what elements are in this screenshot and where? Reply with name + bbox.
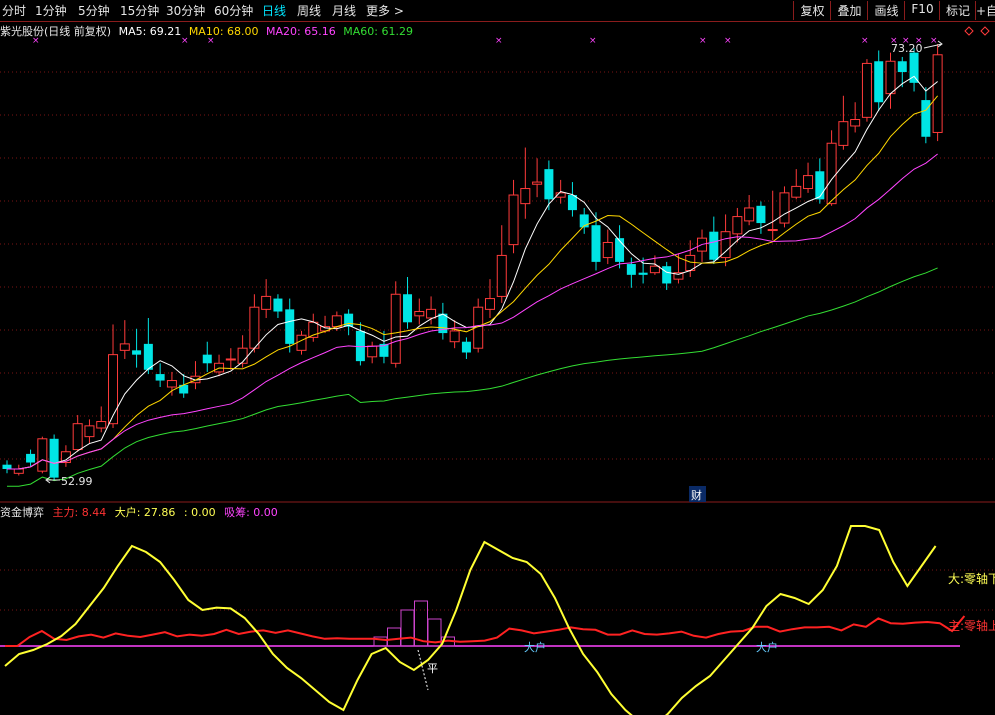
candle-body-up	[249, 306, 260, 349]
dahu-line	[4, 525, 937, 715]
candle-body-down	[874, 61, 884, 103]
candle-body-up	[37, 438, 48, 472]
kline-chart[interactable]: × × × × × × × × × × × × 73.20 52.99 财 大:零轴下 主:零轴上 大…	[0, 0, 995, 715]
candle-body-up	[108, 354, 119, 425]
candle-body-up	[508, 194, 519, 246]
finance-marker[interactable]: 财	[691, 488, 702, 502]
candle-body-down	[461, 341, 471, 353]
candle-body-down	[132, 350, 142, 355]
marker-x-2: ×	[207, 36, 215, 46]
candle-body-up	[367, 345, 378, 358]
candle-body-down	[2, 464, 12, 469]
candle-body-up	[496, 254, 507, 297]
zhuli-line	[5, 615, 966, 647]
dahu-note-2: 大户	[756, 640, 778, 654]
candle-body-up	[532, 181, 543, 185]
candle-body-down	[544, 169, 554, 200]
candle-body-up	[767, 229, 778, 232]
candle-body-down	[273, 298, 283, 312]
xichou-bar-2	[400, 609, 415, 647]
candle-body-up	[72, 423, 83, 451]
candle-body-up	[602, 241, 613, 259]
candle-body-up	[791, 185, 802, 198]
candle-body-down	[709, 231, 719, 260]
candle-body-up	[826, 142, 837, 205]
candle-body-up	[426, 308, 437, 319]
ma-line-ma5	[7, 75, 938, 470]
main-zero-note: 主:零轴上	[948, 618, 995, 633]
candle-body-up	[84, 425, 95, 438]
candle-body-down	[897, 61, 907, 73]
candle-body-down	[285, 309, 295, 344]
candlestick-series	[2, 44, 943, 480]
marker-x-5: ×	[699, 36, 707, 46]
candle-body-up	[520, 188, 531, 205]
ma-line-ma10	[7, 95, 939, 470]
candle-body-up	[484, 298, 495, 310]
moving-average-lines	[7, 75, 939, 487]
candle-body-down	[143, 343, 153, 370]
candle-body-down	[155, 374, 165, 381]
candle-body-up	[449, 330, 460, 343]
candle-body-down	[403, 294, 413, 323]
diamond-marker-1	[980, 26, 990, 36]
low-price-label: 52.99	[61, 475, 93, 488]
candle-body-up	[732, 216, 743, 235]
top-markers: × × × × × × × × × × × ×	[32, 26, 990, 46]
candle-body-up	[649, 265, 660, 274]
candle-body-down	[638, 272, 648, 275]
candle-body-down	[756, 205, 766, 224]
candle-body-up	[390, 293, 401, 364]
ping-note: 平	[427, 662, 438, 675]
candle-body-up	[96, 421, 107, 429]
candle-body-up	[166, 380, 177, 388]
candle-body-up	[414, 311, 425, 317]
marker-x-7: ×	[861, 36, 869, 46]
candle-body-up	[861, 62, 872, 118]
candle-body-up	[237, 347, 248, 364]
high-price-label: 73.20	[891, 42, 923, 55]
candle-body-up	[838, 121, 849, 146]
ma-line-ma60	[7, 267, 938, 487]
candle-body-up	[225, 358, 236, 361]
candle-body-down	[626, 264, 636, 275]
candle-body-down	[355, 330, 365, 362]
candle-body-down	[202, 354, 212, 364]
candle-body-up	[119, 343, 130, 351]
candle-body-down	[815, 171, 825, 200]
candle-body-down	[591, 225, 601, 262]
candle-body-down	[26, 453, 36, 463]
low-arrow	[45, 476, 60, 484]
candle-body-down	[615, 238, 625, 262]
candle-body-up	[779, 192, 790, 224]
grid-lines	[0, 71, 995, 611]
marker-x-3: ×	[495, 36, 503, 46]
marker-x-0: ×	[32, 36, 40, 46]
candle-body-up	[261, 295, 272, 310]
dahu-note-1: 大户	[524, 640, 546, 654]
candle-body-up	[13, 468, 24, 474]
candle-body-up	[744, 207, 755, 222]
candle-body-up	[296, 334, 307, 351]
marker-x-11: ×	[930, 36, 938, 46]
marker-x-6: ×	[724, 36, 732, 46]
candle-body-down	[49, 438, 59, 478]
indicator-series	[0, 525, 966, 715]
candle-body-up	[803, 175, 814, 190]
candle-body-up	[885, 60, 896, 95]
xichou-bar-1	[387, 627, 401, 647]
candle-body-up	[932, 54, 943, 133]
candle-body-up	[850, 119, 861, 127]
big-zero-note: 大:零轴下	[948, 571, 995, 586]
marker-x-1: ×	[181, 36, 189, 46]
candle-body-down	[567, 195, 577, 211]
candle-body-up	[331, 315, 342, 328]
candle-body-down	[662, 266, 672, 284]
diamond-marker-0	[964, 26, 974, 36]
marker-x-4: ×	[589, 36, 597, 46]
